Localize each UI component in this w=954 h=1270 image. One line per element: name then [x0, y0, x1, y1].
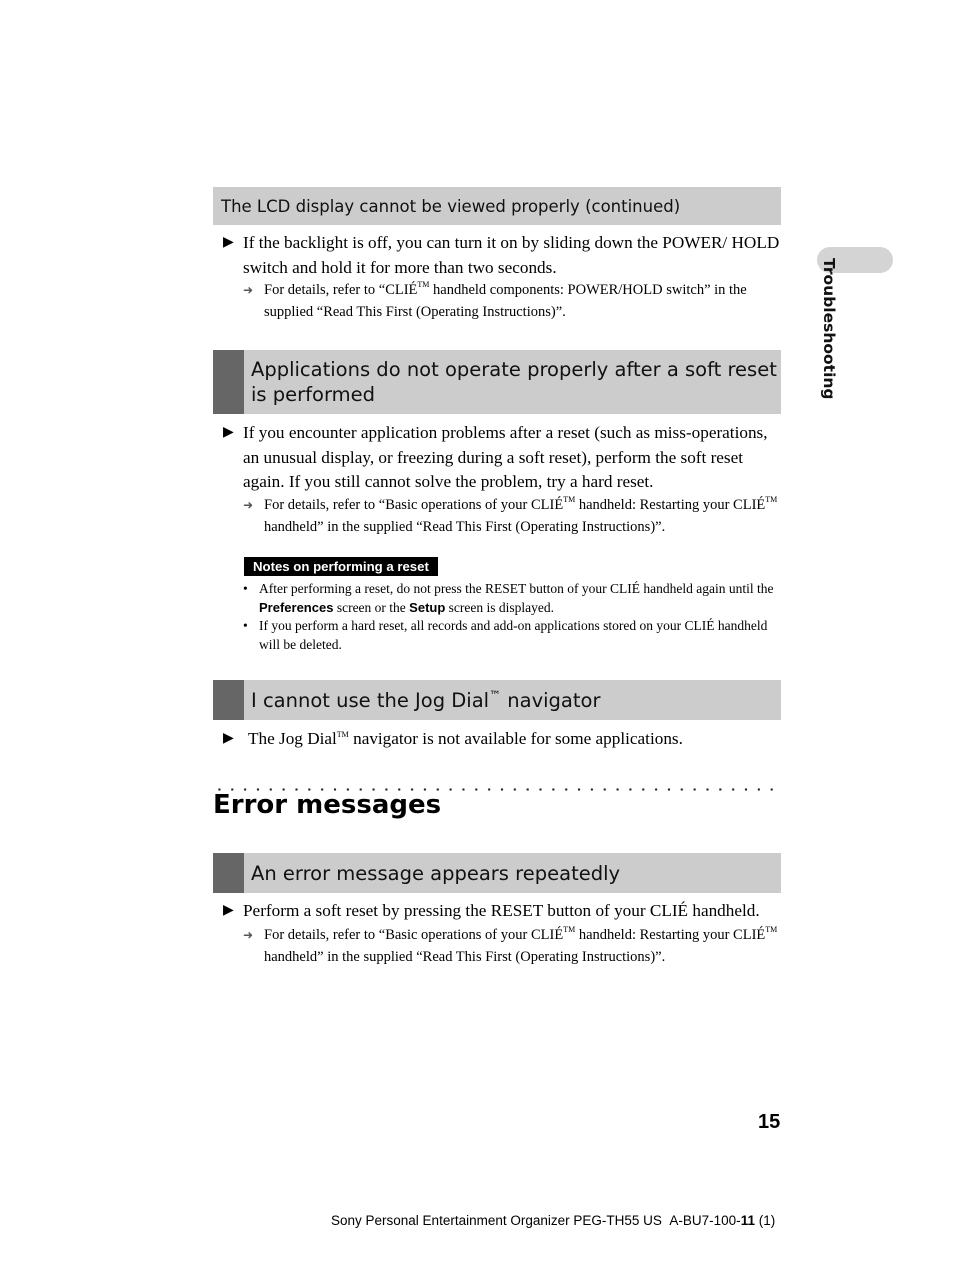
trademark: TM — [765, 495, 778, 504]
bullet-text: navigator is not available for some appl… — [348, 729, 683, 748]
heading-accent — [213, 680, 244, 720]
heading-text: The LCD display cannot be viewed properl… — [221, 196, 681, 216]
bullet-text: If the backlight is off, you can turn it… — [243, 233, 780, 277]
ref-text: For details, refer to “CLIÉ — [264, 282, 418, 298]
section-heading-applications: Applications do not operate properly aft… — [213, 350, 781, 414]
triangle-bullet-icon: ▶ — [223, 731, 234, 746]
trademark: TM — [765, 925, 778, 934]
ref-text: handheld” in the supplied “Read This Fir… — [264, 518, 666, 535]
ref-text: handheld” in the supplied “Read This Fir… — [264, 948, 666, 965]
arrow-right-icon: ➜ — [243, 283, 254, 297]
section-heading-lcd: The LCD display cannot be viewed properl… — [213, 187, 781, 225]
ref-text: handheld: Restarting your CLIÉ — [575, 927, 766, 943]
bullet-text: The Jog Dial — [248, 729, 337, 748]
reference-note: ➜ For details, refer to “CLIÉTM handheld… — [243, 280, 783, 323]
preferences-term: Preferences — [259, 600, 334, 615]
footer: Sony Personal Entertainment Organizer PE… — [331, 1213, 775, 1228]
bullet-text: If you encounter application problems af… — [243, 423, 768, 491]
note-text: After performing a reset, do not press t… — [259, 581, 774, 596]
triangle-bullet-icon: ▶ — [223, 903, 234, 918]
page-number: 15 — [758, 1111, 781, 1133]
bullet-item: ▶ If the backlight is off, you can turn … — [223, 231, 783, 280]
trademark: TM — [563, 495, 576, 504]
trademark: ™ — [489, 688, 502, 702]
triangle-bullet-icon: ▶ — [223, 235, 234, 250]
bullet-text: Perform a soft reset by pressing the RES… — [243, 901, 760, 920]
footer-text: (1) — [754, 1213, 776, 1228]
ref-text: handheld: Restarting your CLIÉ — [575, 497, 766, 513]
note-item: • After performing a reset, do not press… — [243, 579, 783, 617]
side-tab-label: Troubleshooting — [820, 258, 838, 400]
trademark: TM — [336, 730, 349, 739]
setup-term: Setup — [409, 600, 446, 615]
heading-text: An error message appears repeatedly — [251, 861, 621, 885]
ref-text: For details, refer to “Basic operations … — [264, 497, 564, 513]
trademark: TM — [563, 925, 576, 934]
trademark: TM — [417, 280, 430, 289]
section-heading-error: An error message appears repeatedly — [213, 853, 781, 893]
bullet-item: ▶ The Jog DialTM navigator is not availa… — [223, 727, 783, 752]
reference-note: ➜ For details, refer to “Basic operation… — [243, 925, 783, 968]
heading-text: Applications do not operate properly aft… — [251, 358, 777, 406]
note-text: screen is displayed. — [445, 600, 555, 615]
arrow-right-icon: ➜ — [243, 498, 254, 512]
triangle-bullet-icon: ▶ — [223, 425, 234, 440]
bullet-dot-icon: • — [243, 618, 248, 633]
bullet-dot-icon: • — [243, 581, 248, 596]
bullet-item: ▶ If you encounter application problems … — [223, 421, 783, 495]
notes-label: Notes on performing a reset — [244, 557, 438, 576]
bullet-item: ▶ Perform a soft reset by pressing the R… — [223, 899, 783, 924]
note-text: screen or the — [333, 600, 410, 615]
arrow-right-icon: ➜ — [243, 928, 254, 942]
footer-text: Sony Personal Entertainment Organizer PE… — [331, 1213, 741, 1228]
section-title: Error messages — [213, 790, 442, 820]
note-item: • If you perform a hard reset, all recor… — [243, 616, 783, 654]
heading-accent — [213, 853, 244, 893]
heading-accent — [213, 350, 244, 414]
footer-revision: 11 — [740, 1213, 755, 1228]
reference-note: ➜ For details, refer to “Basic operation… — [243, 495, 783, 538]
heading-text: I cannot use the Jog Dial — [251, 688, 490, 712]
ref-text: For details, refer to “Basic operations … — [264, 927, 564, 943]
note-text: If you perform a hard reset, all records… — [259, 618, 768, 652]
section-heading-jog-dial: I cannot use the Jog Dial™ navigator — [213, 680, 781, 720]
heading-text: navigator — [501, 688, 601, 712]
